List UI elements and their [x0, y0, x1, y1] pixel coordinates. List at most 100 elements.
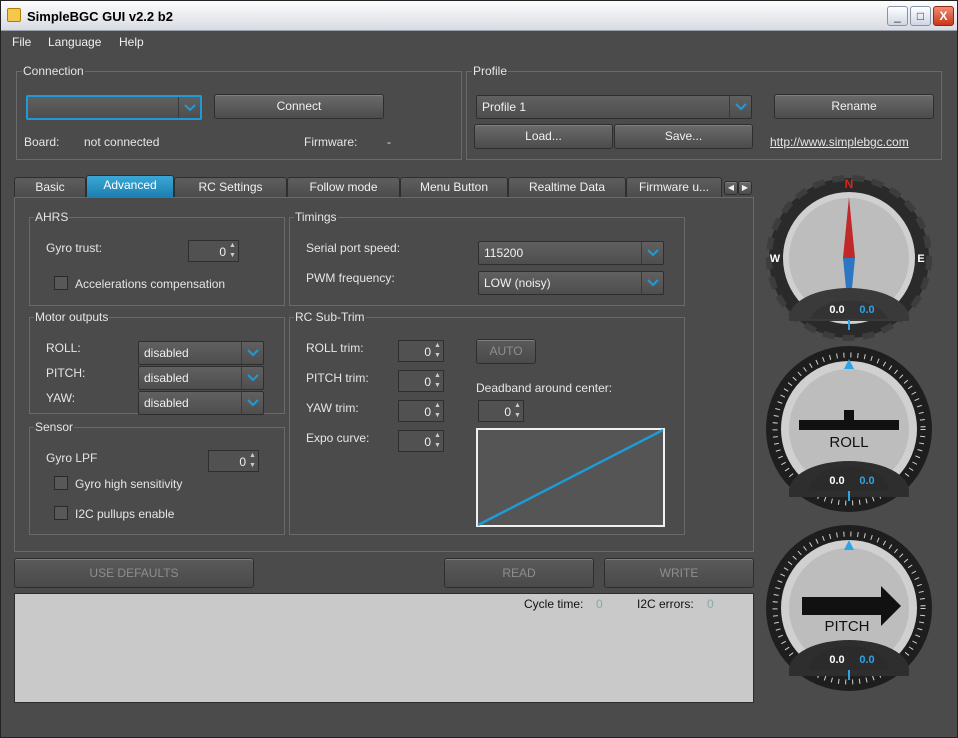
profile-value: Profile 1 — [482, 100, 527, 114]
board-label: Board: — [24, 135, 60, 149]
roll-gauge-label: ROLL — [829, 434, 868, 451]
gyro-trust-stepper[interactable]: 0 ▲ ▼ — [188, 240, 239, 262]
motor-pitch-label: PITCH: — [46, 366, 86, 380]
firmware-label: Firmware: — [304, 135, 358, 149]
gyro-high-sensitivity-checkbox[interactable] — [54, 476, 68, 490]
sensor-title: Sensor — [34, 420, 75, 434]
yaw-trim-stepper[interactable]: 0 ▲ ▼ — [398, 400, 444, 422]
gyro-lpf-value: 0 — [239, 455, 246, 469]
serial-speed-label: Serial port speed: — [306, 241, 401, 255]
chevron-down-icon — [241, 392, 263, 414]
acc-compensation-label: Accelerations compensation — [75, 277, 226, 291]
serial-speed-select[interactable]: 115200 — [478, 241, 664, 265]
website-link[interactable]: http://www.simplebgc.com — [770, 135, 909, 149]
motor-yaw-label: YAW: — [46, 391, 76, 405]
tab-firmware-update[interactable]: Firmware u... — [626, 177, 722, 197]
roll-trim-label: ROLL trim: — [306, 341, 364, 355]
chevron-down-icon — [241, 342, 263, 364]
stepper-arrows-icon[interactable]: ▲ ▼ — [432, 431, 443, 451]
tab-follow-mode[interactable]: Follow mode — [287, 177, 400, 197]
tab-realtime-data[interactable]: Realtime Data — [508, 177, 626, 197]
pitch-trim-stepper[interactable]: 0 ▲ ▼ — [398, 370, 444, 392]
timings-title: Timings — [294, 210, 338, 224]
read-button[interactable]: READ — [444, 558, 594, 588]
tab-advanced[interactable]: Advanced — [86, 175, 174, 197]
save-button[interactable]: Save... — [614, 124, 753, 149]
maximize-button[interactable]: □ — [910, 6, 931, 26]
motor-yaw-select[interactable]: disabled — [138, 391, 264, 415]
tab-scroll-right-icon[interactable]: ▶ — [738, 181, 752, 195]
advanced-panel: AHRS Gyro trust: 0 ▲ ▼ Accelerations comp… — [14, 197, 754, 552]
stepper-arrows-icon[interactable]: ▲ ▼ — [432, 341, 443, 361]
motor-outputs-title: Motor outputs — [34, 310, 110, 324]
deadband-stepper[interactable]: 0 ▲ ▼ — [478, 400, 524, 422]
log-area: Cycle time: 0 I2C errors: 0 — [14, 593, 754, 703]
pwm-frequency-label: PWM frequency: — [306, 271, 395, 285]
stepper-arrows-icon[interactable]: ▲ ▼ — [227, 241, 238, 261]
menu-bar: File Language Help — [1, 31, 957, 53]
yaw-trim-value: 0 — [424, 405, 431, 419]
expo-curve-graph — [476, 428, 665, 527]
expo-curve-stepper[interactable]: 0 ▲ ▼ — [398, 430, 444, 452]
compass-west-label: W — [770, 253, 781, 265]
i2c-errors-value: 0 — [707, 597, 714, 611]
motor-roll-select[interactable]: disabled — [138, 341, 264, 365]
stepper-arrows-icon[interactable]: ▲ ▼ — [512, 401, 523, 421]
motor-yaw-value: disabled — [144, 396, 189, 410]
write-button[interactable]: WRITE — [604, 558, 754, 588]
menu-language[interactable]: Language — [48, 35, 101, 49]
minimize-button[interactable]: _ — [887, 6, 908, 26]
tab-menu-button[interactable]: Menu Button — [400, 177, 508, 197]
port-select[interactable] — [26, 95, 202, 120]
profile-title: Profile — [472, 64, 509, 78]
auto-button[interactable]: AUTO — [476, 339, 536, 364]
board-value: not connected — [84, 135, 160, 149]
close-button[interactable]: X — [933, 6, 954, 26]
menu-file[interactable]: File — [12, 35, 31, 49]
deadband-value: 0 — [504, 405, 511, 419]
chevron-down-icon — [641, 272, 663, 294]
menu-help[interactable]: Help — [119, 35, 144, 49]
pitch-gauge-label: PITCH — [825, 618, 870, 635]
expo-curve-value: 0 — [424, 435, 431, 449]
tab-scroll-left-icon[interactable]: ◀ — [724, 181, 738, 195]
motor-pitch-select[interactable]: disabled — [138, 366, 264, 390]
roll-value-right: 0.0 — [859, 475, 874, 487]
stepper-arrows-icon[interactable]: ▲ ▼ — [432, 401, 443, 421]
pitch-trim-value: 0 — [424, 375, 431, 389]
gyro-lpf-label: Gyro LPF — [46, 451, 98, 465]
i2c-pullups-label: I2C pullups enable — [75, 507, 175, 521]
connect-button[interactable]: Connect — [214, 94, 384, 119]
profile-select[interactable]: Profile 1 — [476, 95, 752, 119]
motor-pitch-value: disabled — [144, 371, 189, 385]
gyro-lpf-stepper[interactable]: 0 ▲ ▼ — [208, 450, 259, 472]
app-window: SimpleBGC GUI v2.2 b2 _ □ X File Languag… — [0, 0, 958, 738]
rc-subtrim-title: RC Sub-Trim — [294, 310, 366, 324]
cycle-time-value: 0 — [596, 597, 603, 611]
ahrs-title: AHRS — [34, 210, 70, 224]
pwm-frequency-select[interactable]: LOW (noisy) — [478, 271, 664, 295]
stepper-arrows-icon[interactable]: ▲ ▼ — [432, 371, 443, 391]
tab-rc-settings[interactable]: RC Settings — [174, 177, 287, 197]
title-bar: SimpleBGC GUI v2.2 b2 _ □ X — [1, 1, 957, 31]
pitch-gauge: PITCH 0.0 0.0 — [766, 525, 932, 691]
ahrs-group — [29, 217, 285, 306]
app-icon — [7, 8, 21, 22]
chevron-down-icon — [241, 367, 263, 389]
chevron-down-icon — [641, 242, 663, 264]
load-button[interactable]: Load... — [474, 124, 613, 149]
use-defaults-button[interactable]: USE DEFAULTS — [14, 558, 254, 588]
tab-basic[interactable]: Basic — [14, 177, 86, 197]
rename-button[interactable]: Rename — [774, 94, 934, 119]
chevron-down-icon — [178, 97, 200, 118]
stepper-arrows-icon[interactable]: ▲ ▼ — [247, 451, 258, 471]
compass-value-left: 0.0 — [829, 304, 844, 316]
cycle-time-label: Cycle time: — [524, 597, 584, 611]
roll-trim-stepper[interactable]: 0 ▲ ▼ — [398, 340, 444, 362]
i2c-pullups-checkbox[interactable] — [54, 506, 68, 520]
roll-trim-value: 0 — [424, 345, 431, 359]
acc-compensation-checkbox[interactable] — [54, 276, 68, 290]
tab-bar: Basic Advanced RC Settings Follow mode M… — [14, 175, 754, 197]
compass-gauge: N W E 0.0 0.0 — [766, 175, 932, 341]
gyro-trust-value: 0 — [219, 245, 226, 259]
